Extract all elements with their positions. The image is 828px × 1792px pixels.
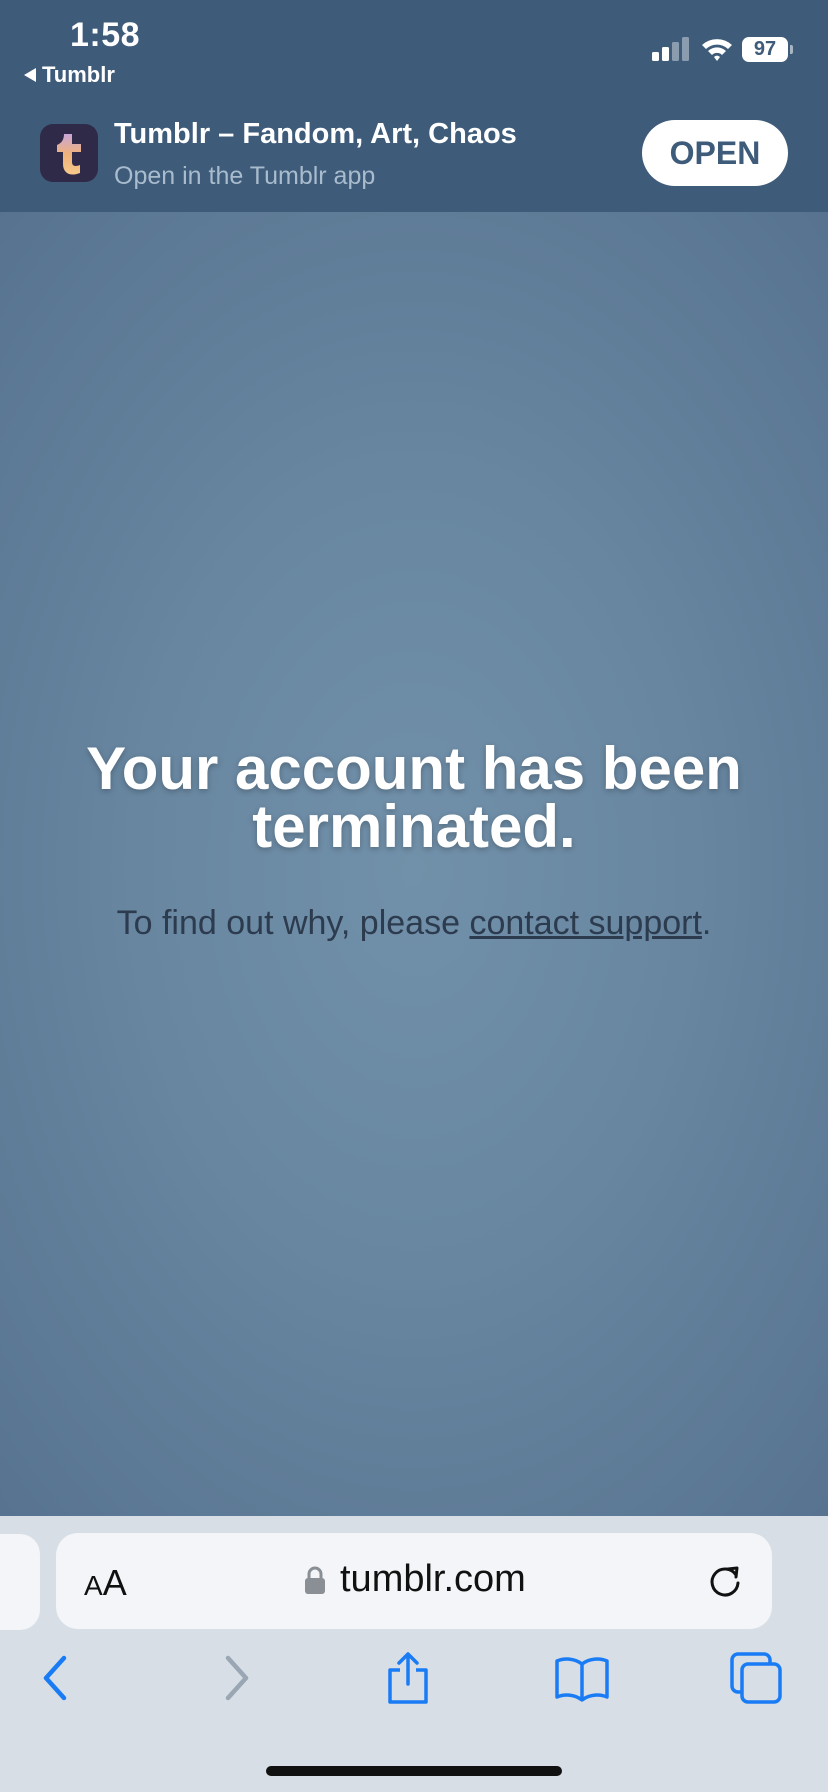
aa-large-letter: A [102, 1562, 127, 1603]
reader-settings-button[interactable]: AA [84, 1562, 127, 1604]
battery-cap [790, 45, 793, 54]
battery-level: 97 [742, 37, 788, 62]
status-time: 1:58 [70, 16, 141, 54]
banner-subtitle: Open in the Tumblr app [114, 162, 376, 190]
aa-small-letter: A [84, 1570, 103, 1601]
cellular-signal-icon [652, 37, 689, 61]
back-triangle-icon [24, 68, 36, 82]
termination-headline: Your account has been terminated. [86, 735, 742, 860]
open-app-button[interactable]: OPEN [642, 120, 788, 186]
book-icon[interactable] [554, 1650, 610, 1706]
reload-icon[interactable] [706, 1563, 744, 1601]
subtext-suffix: . [701, 904, 712, 942]
wifi-icon [702, 39, 732, 61]
termination-subtext: To find out why, please contact support. [0, 904, 828, 943]
share-icon[interactable] [380, 1650, 436, 1706]
chevron-left-icon[interactable] [30, 1650, 86, 1706]
banner-app-name: Tumblr – Fandom, Art, Chaos [114, 118, 517, 150]
chevron-right-icon[interactable] [208, 1650, 264, 1706]
back-app-label: Tumblr [42, 62, 115, 87]
contact-support-link[interactable]: contact support [469, 904, 701, 942]
previous-tab-peek[interactable] [0, 1534, 40, 1630]
url-text[interactable]: tumblr.com [340, 1558, 526, 1601]
subtext-prefix: To find out why, please [116, 904, 470, 942]
back-to-app-link[interactable]: Tumblr [24, 62, 115, 88]
lock-icon [305, 1566, 325, 1594]
tabs-icon[interactable] [728, 1650, 784, 1706]
home-indicator [266, 1766, 562, 1776]
tumblr-app-icon [40, 124, 98, 182]
